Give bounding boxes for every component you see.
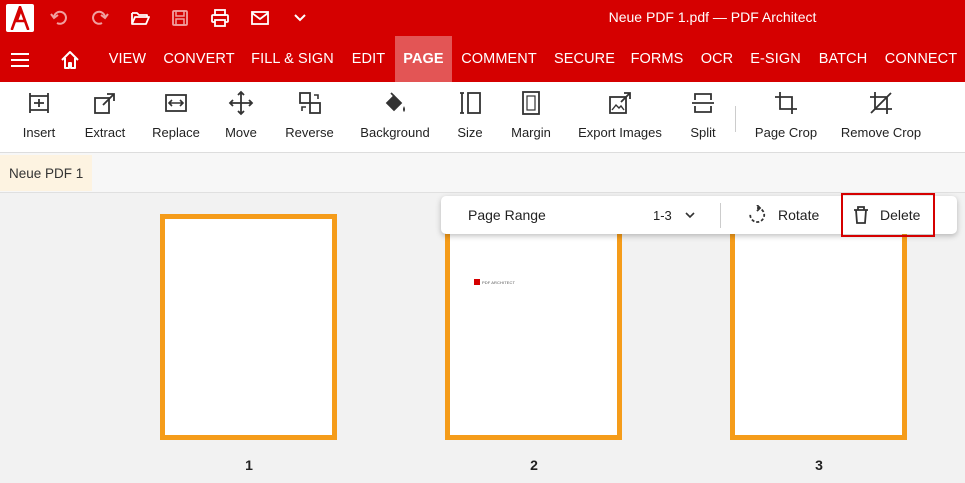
document-tab-strip: Neue PDF 1 [0,153,965,193]
export-images-icon [609,92,631,114]
insert-icon [29,93,49,113]
crop-icon [775,92,797,114]
menu-edit[interactable]: EDIT [345,36,392,82]
title-bar: Neue PDF 1.pdf — PDF Architect [0,0,965,36]
menu-page[interactable]: PAGE [395,36,452,82]
menu-comment[interactable]: COMMENT [455,36,543,82]
delete-label: Delete [880,207,921,223]
reverse-icon [298,92,321,114]
margin-icon [522,91,540,115]
page-2-logo: PDF ARCHITECT [474,279,515,285]
page-actions-toolbar: Page Range 1-3 Rotate Delete [441,193,957,237]
page-range-chevron-down-icon[interactable] [684,209,696,221]
document-tab[interactable]: Neue PDF 1 [0,155,93,191]
pdf-architect-mini-logo-icon [474,279,480,285]
page-thumbnail-3[interactable] [730,214,907,440]
menu-fill-sign[interactable]: FILL & SIGN [245,36,340,82]
menu-connect[interactable]: CONNECT [880,36,962,82]
background-button[interactable]: Background [357,88,433,148]
extract-icon [94,93,115,114]
menu-convert[interactable]: CONVERT [159,36,239,82]
split-button[interactable]: Split [686,88,720,148]
rotate-button[interactable]: Rotate [741,196,831,234]
delete-button[interactable]: Delete [841,193,935,237]
rotate-label: Rotate [778,207,820,223]
move-icon [228,90,254,116]
page-range-label: Page Range [468,207,546,223]
page-number-3: 3 [815,457,823,473]
menu-e-sign[interactable]: E-SIGN [745,36,806,82]
split-icon [692,93,714,113]
menu-ocr[interactable]: OCR [696,36,738,82]
replace-button[interactable]: Replace [148,88,204,148]
toolbar-separator [720,203,721,228]
replace-icon [165,94,187,112]
home-icon[interactable] [59,49,81,71]
menu-secure[interactable]: SECURE [549,36,620,82]
menu-view[interactable]: VIEW [100,36,155,82]
size-button[interactable]: Size [452,88,488,148]
page-number-2: 2 [530,457,538,473]
page-crop-button[interactable]: Page Crop [752,88,820,148]
extract-button[interactable]: Extract [80,88,130,148]
hamburger-menu-icon[interactable] [9,49,31,71]
trash-icon [854,206,868,224]
paint-bucket-icon [385,92,405,112]
menu-forms[interactable]: FORMS [625,36,689,82]
insert-button[interactable]: Insert [17,88,61,148]
rotate-icon [749,205,766,223]
menu-bar: VIEW CONVERT FILL & SIGN EDIT PAGE COMME… [0,36,965,82]
page-thumbnail-1[interactable] [160,214,337,440]
window-title: Neue PDF 1.pdf — PDF Architect [608,9,817,25]
page-thumbnail-2[interactable]: PDF ARCHITECT [445,214,622,440]
size-icon [460,92,481,114]
page-number-1: 1 [245,457,253,473]
ribbon-separator [735,106,736,132]
remove-crop-icon [870,92,892,114]
page-range-value[interactable]: 1-3 [653,208,672,223]
move-button[interactable]: Move [222,88,260,148]
reverse-button[interactable]: Reverse [282,88,337,148]
remove-crop-button[interactable]: Remove Crop [840,88,922,148]
margin-button[interactable]: Margin [508,88,554,148]
menu-batch[interactable]: BATCH [812,36,874,82]
export-images-button[interactable]: Export Images [575,88,665,148]
page-ribbon: Insert Extract Replace Move Reverse Back… [0,82,965,153]
